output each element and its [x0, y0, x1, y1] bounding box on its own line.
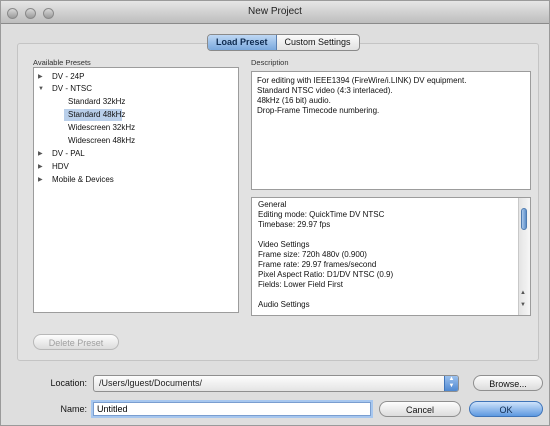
- disclosure-right-icon[interactable]: ▶: [38, 148, 43, 160]
- browse-button[interactable]: Browse...: [473, 375, 543, 391]
- summary-line: Editing mode: QuickTime DV NTSC: [258, 210, 385, 219]
- summary-scrollbar[interactable]: ▲ ▼: [518, 198, 530, 315]
- select-arrows-icon[interactable]: ▲ ▼: [444, 376, 458, 391]
- disclosure-right-icon[interactable]: ▶: [38, 71, 43, 83]
- location-value: /Users/lguest/Documents/: [99, 378, 203, 388]
- location-label: Location:: [50, 378, 87, 388]
- cancel-button[interactable]: Cancel: [379, 401, 461, 417]
- minimize-window-button[interactable]: [24, 8, 36, 19]
- available-presets-label: Available Presets: [33, 58, 91, 67]
- preset-group-dv-pal[interactable]: ▶ DV - PAL: [34, 148, 236, 160]
- name-input[interactable]: [93, 402, 371, 416]
- delete-preset-button[interactable]: Delete Preset: [33, 334, 119, 350]
- preset-widescreen-32khz[interactable]: Widescreen 32kHz: [34, 122, 236, 134]
- summary-line: Frame size: 720h 480v (0.900): [258, 250, 367, 259]
- summary-line: General: [258, 200, 287, 209]
- summary-line: Frame rate: 29.97 frames/second: [258, 260, 377, 269]
- window-controls: [7, 6, 58, 28]
- description-box: For editing with IEEE1394 (FireWire/i.LI…: [251, 71, 531, 190]
- description-text: For editing with IEEE1394 (FireWire/i.LI…: [257, 76, 467, 115]
- window-title: New Project: [248, 6, 302, 17]
- presets-list[interactable]: ▶ DV - 24P ▼ DV - NTSC Standard 32kHz St…: [33, 67, 239, 313]
- tab-bar: Load Preset Custom Settings: [207, 34, 360, 51]
- settings-summary-box[interactable]: General Editing mode: QuickTime DV NTSC …: [251, 197, 531, 316]
- zoom-window-button[interactable]: [42, 8, 54, 19]
- scroll-down-icon[interactable]: ▼: [520, 302, 526, 308]
- new-project-dialog: New Project Load Preset Custom Settings …: [0, 0, 550, 426]
- ok-button[interactable]: OK: [469, 401, 543, 417]
- close-window-button[interactable]: [7, 8, 18, 19]
- preset-group-hdv[interactable]: ▶ HDV: [34, 161, 236, 173]
- summary-line: Video Settings: [258, 240, 310, 249]
- description-label: Description: [251, 58, 289, 67]
- preset-group-dv-ntsc[interactable]: ▼ DV - NTSC: [34, 83, 236, 95]
- preset-standard-48khz[interactable]: Standard 48kHz: [64, 109, 125, 121]
- scroll-up-icon[interactable]: ▲: [520, 290, 526, 296]
- disclosure-down-icon[interactable]: ▼: [38, 83, 44, 95]
- preset-group-mobile-devices[interactable]: ▶ Mobile & Devices: [34, 174, 236, 186]
- preset-widescreen-48khz[interactable]: Widescreen 48kHz: [34, 135, 236, 147]
- preset-standard-32khz[interactable]: Standard 32kHz: [34, 96, 236, 108]
- name-label: Name:: [60, 404, 87, 414]
- scrollbar-thumb[interactable]: [521, 208, 527, 230]
- summary-line: Pixel Aspect Ratio: D1/DV NTSC (0.9): [258, 270, 394, 279]
- location-select[interactable]: /Users/lguest/Documents/ ▲ ▼: [93, 375, 459, 392]
- tab-load-preset[interactable]: Load Preset: [208, 35, 277, 50]
- summary-line: Audio Settings: [258, 300, 310, 309]
- disclosure-right-icon[interactable]: ▶: [38, 174, 43, 186]
- title-bar: New Project: [1, 1, 549, 24]
- summary-line: Timebase: 29.97 fps: [258, 220, 331, 229]
- preset-group-dv-24p[interactable]: ▶ DV - 24P: [34, 71, 236, 83]
- tab-custom-settings[interactable]: Custom Settings: [277, 35, 359, 50]
- summary-line: Fields: Lower Field First: [258, 280, 343, 289]
- disclosure-right-icon[interactable]: ▶: [38, 161, 43, 173]
